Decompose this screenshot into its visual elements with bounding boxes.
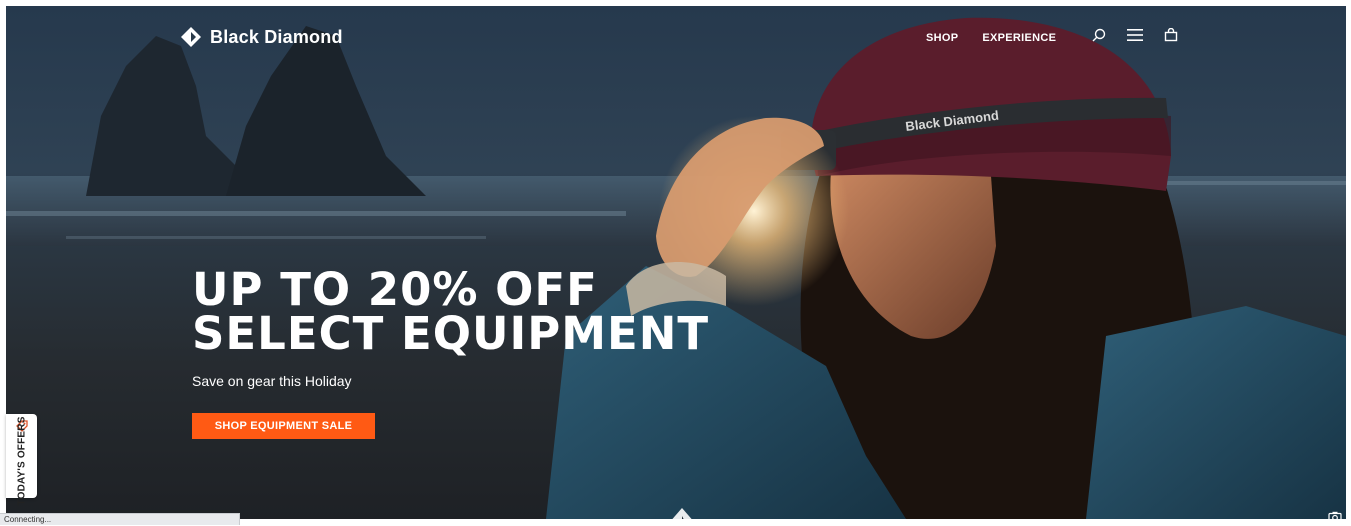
diamond-watermark-icon xyxy=(672,508,692,519)
header-icons xyxy=(1090,26,1180,44)
todays-offers-tab[interactable]: TODAY'S OFFERS xyxy=(6,414,37,506)
shopping-bag-icon[interactable] xyxy=(1162,26,1180,44)
nav-shop[interactable]: SHOP xyxy=(926,32,958,44)
main-nav: SHOP EXPERIENCE xyxy=(926,32,1056,44)
diamond-logo-icon xyxy=(181,27,201,47)
search-icon[interactable] xyxy=(1090,26,1108,44)
shop-equipment-sale-button[interactable]: SHOP EQUIPMENT SALE xyxy=(192,413,375,439)
hero-subheadline: Save on gear this Holiday xyxy=(192,373,352,389)
menu-icon[interactable] xyxy=(1126,26,1144,44)
todays-offers-label: TODAY'S OFFERS xyxy=(16,416,28,506)
headline-line-1: UP TO 20% OFF xyxy=(192,263,598,316)
brand-name: Black Diamond xyxy=(210,26,343,47)
nav-experience[interactable]: EXPERIENCE xyxy=(982,32,1056,44)
brand-logo[interactable]: Black Diamond xyxy=(180,26,343,48)
site-header: Black Diamond SHOP EXPERIENCE xyxy=(6,6,1346,70)
hero-headline: UP TO 20% OFF SELECT EQUIPMENT xyxy=(192,263,710,360)
headline-line-2: SELECT EQUIPMENT xyxy=(192,307,710,360)
camera-icon[interactable] xyxy=(1328,511,1342,519)
browser-status-bar: Connecting... xyxy=(0,513,240,525)
hero-banner: Black Diamond Black Diamond SHOP EXPERIE… xyxy=(6,6,1346,519)
